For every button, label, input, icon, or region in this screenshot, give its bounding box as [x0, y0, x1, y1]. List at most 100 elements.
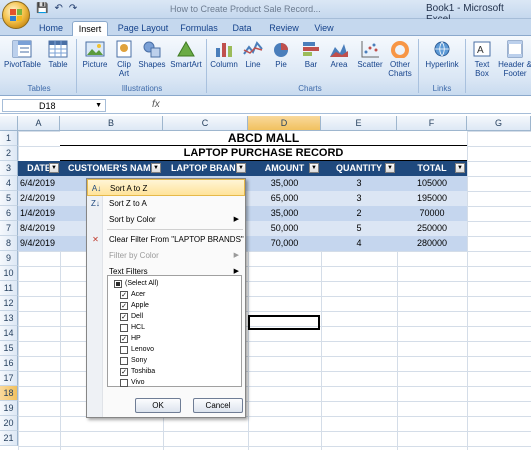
undo-icon[interactable]: ↶ — [54, 3, 62, 14]
menu-item-clear-filter[interactable]: ✕ Clear Filter From "LAPTOP BRANDS" — [87, 231, 245, 248]
textbox-button[interactable]: A Text Box — [468, 38, 496, 78]
row-header[interactable]: 11 — [0, 281, 18, 296]
filter-dropdown-icon[interactable]: ▼ — [49, 163, 59, 173]
menu-item-sort-a-to-z[interactable]: A↓ Sort A to Z — [87, 179, 245, 196]
cancel-button[interactable]: Cancel — [193, 398, 243, 413]
tab-view[interactable]: View — [310, 21, 338, 36]
other-charts-button[interactable]: Other Charts — [386, 38, 414, 78]
active-cell-d18[interactable] — [248, 315, 320, 330]
filter-value-list[interactable]: (Select All) ✓ Acer ✓ Apple ✓ Dell HCL ✓ HP … — [107, 275, 242, 387]
cell-amount[interactable]: 35,000 — [248, 176, 321, 191]
row-header[interactable]: 3 — [0, 161, 18, 176]
filter-active-icon[interactable]: ▼ — [236, 163, 246, 173]
name-box[interactable]: D18 ▼ — [2, 99, 106, 112]
checkbox[interactable] — [120, 323, 128, 332]
column-header-e[interactable]: E — [321, 116, 397, 131]
column-header-a[interactable]: A — [18, 116, 60, 131]
shapes-button[interactable]: Shapes — [138, 38, 166, 69]
checkbox[interactable]: ✓ — [120, 301, 128, 310]
header-customer-name[interactable]: CUSTOMER'S NAM — [60, 161, 163, 176]
cell-total[interactable]: 280000 — [397, 236, 467, 251]
filter-option-dell[interactable]: ✓ Dell — [120, 311, 143, 322]
filter-option-sony[interactable]: Sony — [120, 355, 147, 366]
picture-button[interactable]: Picture — [80, 38, 110, 69]
row-header[interactable]: 18 — [0, 386, 18, 401]
tab-formulas[interactable]: Formulas — [178, 21, 220, 36]
cell-amount[interactable]: 50,000 — [248, 221, 321, 236]
select-all-corner[interactable] — [0, 116, 18, 131]
row-header[interactable]: 7 — [0, 221, 18, 236]
checkbox[interactable]: ✓ — [120, 312, 128, 321]
column-header-g[interactable]: G — [467, 116, 531, 131]
row-header[interactable]: 9 — [0, 251, 18, 266]
row-header[interactable]: 20 — [0, 416, 18, 431]
cell-total[interactable]: 70000 — [397, 206, 467, 221]
cell-amount[interactable]: 65,000 — [248, 191, 321, 206]
column-header-f[interactable]: F — [397, 116, 467, 131]
cell-date[interactable]: 2/4/2019 — [20, 191, 60, 206]
row-header[interactable]: 10 — [0, 266, 18, 281]
tab-page-layout[interactable]: Page Layout — [114, 21, 172, 36]
sheet-subtitle[interactable]: LAPTOP PURCHASE RECORD — [60, 146, 467, 161]
cell-date[interactable]: 8/4/2019 — [20, 221, 60, 236]
column-header-b[interactable]: B — [60, 116, 163, 131]
cell-total[interactable]: 195000 — [397, 191, 467, 206]
cell-date[interactable]: 1/4/2019 — [20, 206, 60, 221]
bar-chart-button[interactable]: Bar — [298, 38, 324, 69]
column-header-d[interactable]: D — [248, 116, 321, 131]
tab-data[interactable]: Data — [228, 21, 256, 36]
tab-insert[interactable]: Insert — [72, 21, 108, 36]
ok-button[interactable]: OK — [135, 398, 181, 413]
filter-option-vivo[interactable]: Vivo — [120, 377, 145, 388]
tab-home[interactable]: Home — [34, 21, 68, 36]
office-button[interactable] — [2, 1, 30, 29]
filter-dropdown-icon[interactable]: ▼ — [151, 163, 161, 173]
filter-dropdown-icon[interactable]: ▼ — [385, 163, 395, 173]
checkbox[interactable] — [114, 279, 122, 288]
checkbox[interactable] — [120, 356, 128, 365]
cell-quantity[interactable]: 4 — [321, 236, 397, 251]
filter-option-toshiba[interactable]: ✓ Toshiba — [120, 366, 155, 377]
row-header[interactable]: 19 — [0, 401, 18, 416]
row-header[interactable]: 16 — [0, 356, 18, 371]
filter-option-select-all[interactable]: (Select All) — [114, 278, 158, 289]
sheet-title[interactable]: ABCD MALL — [60, 131, 467, 146]
filter-option-hp[interactable]: ✓ HP — [120, 333, 141, 344]
cell-amount[interactable]: 35,000 — [248, 206, 321, 221]
line-chart-button[interactable]: Line — [240, 38, 266, 69]
filter-option-acer[interactable]: ✓ Acer — [120, 289, 145, 300]
cell-total[interactable]: 105000 — [397, 176, 467, 191]
row-header[interactable]: 21 — [0, 431, 18, 446]
filter-option-lenovo[interactable]: Lenovo — [120, 344, 154, 355]
row-header[interactable]: 17 — [0, 371, 18, 386]
filter-option-hcl[interactable]: HCL — [120, 322, 145, 333]
checkbox[interactable]: ✓ — [120, 290, 128, 299]
cell-quantity[interactable]: 2 — [321, 206, 397, 221]
column-chart-button[interactable]: Column — [208, 38, 240, 69]
checkbox[interactable]: ✓ — [120, 334, 128, 343]
cell-quantity[interactable]: 3 — [321, 191, 397, 206]
worksheet-grid[interactable]: A B C D E F G 1 2 3 4 5 6 7 8 9 10 11 12… — [0, 116, 531, 450]
filter-option-apple[interactable]: ✓ Apple — [120, 300, 149, 311]
row-header[interactable]: 8 — [0, 236, 18, 251]
row-header[interactable]: 14 — [0, 326, 18, 341]
row-header[interactable]: 5 — [0, 191, 18, 206]
menu-item-sort-by-color[interactable]: Sort by Color ▶ — [87, 211, 245, 228]
cell-quantity[interactable]: 5 — [321, 221, 397, 236]
header-footer-button[interactable]: Header & Footer — [498, 38, 531, 78]
redo-icon[interactable]: ↷ — [69, 3, 77, 14]
row-header[interactable]: 15 — [0, 341, 18, 356]
cell-total[interactable]: 250000 — [397, 221, 467, 236]
cell-date[interactable]: 6/4/2019 — [20, 176, 60, 191]
row-header[interactable]: 2 — [0, 146, 18, 161]
smartart-button[interactable]: SmartArt — [168, 38, 204, 69]
cell-quantity[interactable]: 3 — [321, 176, 397, 191]
checkbox[interactable] — [120, 345, 128, 354]
pivottable-button[interactable]: PivotTable — [4, 38, 41, 69]
pie-chart-button[interactable]: Pie — [268, 38, 294, 69]
chevron-down-icon[interactable]: ▼ — [95, 100, 102, 112]
area-chart-button[interactable]: Area — [326, 38, 352, 69]
row-header[interactable]: 6 — [0, 206, 18, 221]
hyperlink-button[interactable]: Hyperlink — [422, 38, 462, 69]
cell-amount[interactable]: 70,000 — [248, 236, 321, 251]
